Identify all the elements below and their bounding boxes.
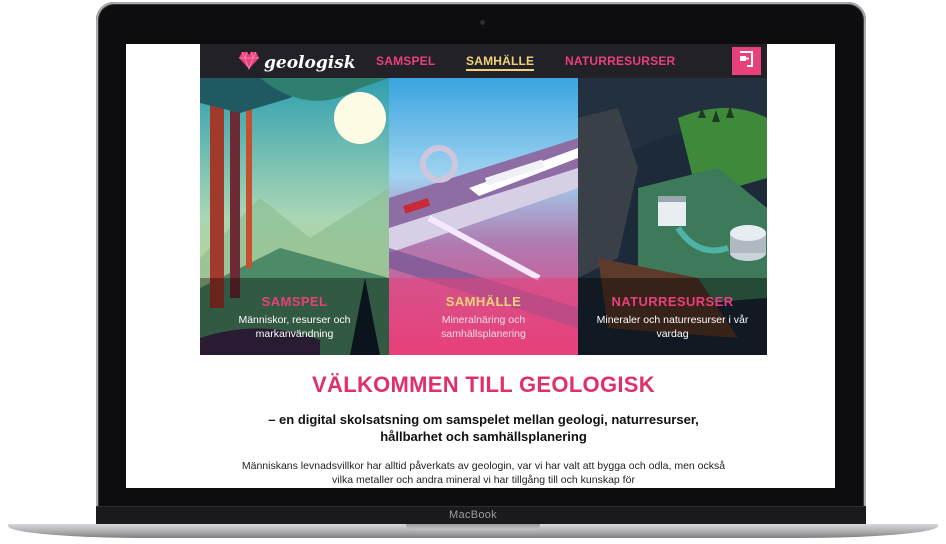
logo-text: geologisk: [264, 52, 356, 73]
logo[interactable]: geologisk: [238, 50, 356, 75]
device-label: MacBook: [449, 509, 497, 521]
heart-gem-icon: [238, 50, 260, 75]
login-button[interactable]: [732, 47, 761, 75]
panel-subtitle: Mineraler och naturresurser i vår vardag: [596, 314, 749, 340]
website: geologisk SAMSPEL SAMHÄLLE NATURRESURSER: [200, 44, 767, 488]
top-navigation: geologisk SAMSPEL SAMHÄLLE NATURRESURSER: [200, 44, 767, 78]
screen: geologisk SAMSPEL SAMHÄLLE NATURRESURSER: [126, 44, 835, 488]
panel-subtitle: Mineralnäring och samhällsplanering: [441, 314, 526, 340]
welcome-subtitle: – en digital skolsatsning om samspelet m…: [268, 412, 699, 444]
panel-samhalle[interactable]: SAMHÄLLE Mineralnäring och samhällsplane…: [389, 78, 578, 355]
nav-samhalle[interactable]: SAMHÄLLE: [466, 54, 535, 71]
panel-title: SAMHÄLLE: [445, 294, 522, 309]
camera-dot: [480, 20, 485, 25]
panel-title: SAMSPEL: [261, 294, 328, 309]
welcome-heading: VÄLKOMMEN TILL GEOLOGISK: [312, 372, 655, 397]
panel-samspel[interactable]: SAMSPEL Människor, resurser och markanvä…: [200, 78, 389, 355]
welcome-body: Människans levnadsvillkor har alltid påv…: [241, 460, 726, 486]
login-icon: [738, 50, 756, 73]
nav-samspel[interactable]: SAMSPEL: [376, 54, 435, 68]
hero-panels: SAMSPEL Människor, resurser och markanvä…: [200, 78, 767, 355]
panel-subtitle: Människor, resurser och markanvändning: [238, 314, 351, 340]
laptop-notch: [406, 524, 540, 530]
nav-naturresurser[interactable]: NATURRESURSER: [565, 54, 675, 68]
panel-naturresurser[interactable]: NATURRESURSER Mineraler och naturresurse…: [578, 78, 767, 355]
panel-title: NATURRESURSER: [611, 294, 734, 309]
